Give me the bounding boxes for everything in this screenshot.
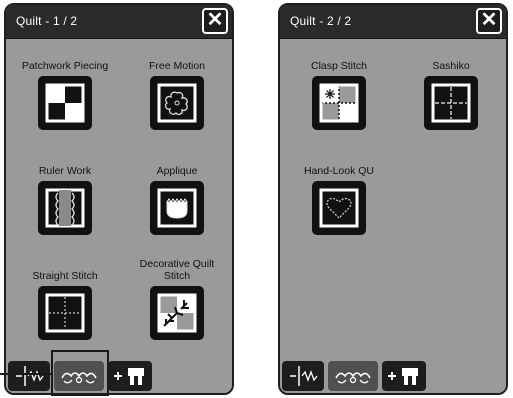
straight-stitch-button[interactable] [38, 286, 92, 340]
tab-add-presser-foot[interactable] [108, 361, 152, 391]
straight-stitch-icon [45, 293, 85, 333]
bottom-tab-bar [280, 359, 506, 393]
item-label: Clasp Stitch [310, 60, 368, 72]
free-motion-button[interactable] [150, 76, 204, 130]
free-motion-item: Free Motion [132, 48, 222, 130]
title-bar: Quilt - 1 / 2 ✕ [6, 5, 232, 39]
item-label: Free Motion [148, 60, 206, 72]
clasp-stitch-item: Clasp Stitch [294, 48, 384, 130]
tab-utility-stitch[interactable] [8, 361, 50, 391]
clasp-stitch-icon [319, 83, 359, 123]
quilt-menu-page-1: Quilt - 1 / 2 ✕ Patchwork Piecing Free M… [4, 3, 234, 395]
item-label: Hand-Look QU [303, 165, 375, 177]
add-presser-foot-icon [114, 368, 144, 385]
ruler-work-button[interactable] [38, 181, 92, 235]
bottom-tab-bar [6, 359, 232, 393]
sashiko-icon [431, 83, 471, 123]
ruler-work-item: Ruler Work [20, 153, 110, 235]
applique-icon [157, 188, 197, 228]
page-title: Quilt - 2 / 2 [290, 14, 352, 28]
item-label: Decorative Quilt Stitch [139, 258, 215, 282]
item-label: Patchwork Piecing [21, 60, 109, 72]
clasp-stitch-button[interactable] [312, 76, 366, 130]
decorative-quilt-stitch-icon [157, 293, 197, 333]
decorative-stitch-icon [335, 372, 371, 384]
utility-stitch-icon [290, 366, 318, 386]
hand-look-quilt-button[interactable] [312, 181, 366, 235]
title-bar: Quilt - 2 / 2 ✕ [280, 5, 506, 39]
item-label: Straight Stitch [32, 270, 98, 282]
close-button[interactable]: ✕ [202, 8, 228, 34]
free-motion-icon [157, 83, 197, 123]
sashiko-item: Sashiko [406, 48, 496, 130]
hand-look-quilt-item: Hand-Look QU [294, 153, 384, 235]
ruler-work-icon [45, 188, 85, 228]
add-presser-foot-icon [388, 368, 418, 385]
sashiko-button[interactable] [424, 76, 478, 130]
callout-pointer-line [0, 373, 51, 375]
page-title: Quilt - 1 / 2 [16, 14, 78, 28]
item-label: Ruler Work [38, 165, 92, 177]
close-button[interactable]: ✕ [476, 8, 502, 34]
item-label: Applique [156, 165, 198, 177]
item-label: Sashiko [432, 60, 470, 72]
tab-decorative-stitch[interactable] [328, 361, 378, 391]
decorative-quilt-stitch-item: Decorative Quilt Stitch [132, 258, 222, 340]
patchwork-piecing-button[interactable] [38, 76, 92, 130]
hand-look-quilt-icon [319, 188, 359, 228]
quilt-menu-page-2: Quilt - 2 / 2 ✕ Clasp Stitch Sashiko Han… [278, 3, 508, 395]
applique-item: Applique [132, 153, 222, 235]
patchwork-piecing-item: Patchwork Piecing [20, 48, 110, 130]
tab-decorative-stitch[interactable] [54, 361, 104, 391]
decorative-quilt-stitch-button[interactable] [150, 286, 204, 340]
decorative-stitch-icon [61, 372, 97, 384]
applique-button[interactable] [150, 181, 204, 235]
tab-utility-stitch[interactable] [282, 361, 324, 391]
tab-add-presser-foot[interactable] [382, 361, 426, 391]
straight-stitch-item: Straight Stitch [20, 258, 110, 340]
patchwork-piecing-icon [45, 83, 85, 123]
utility-stitch-icon [16, 366, 44, 386]
